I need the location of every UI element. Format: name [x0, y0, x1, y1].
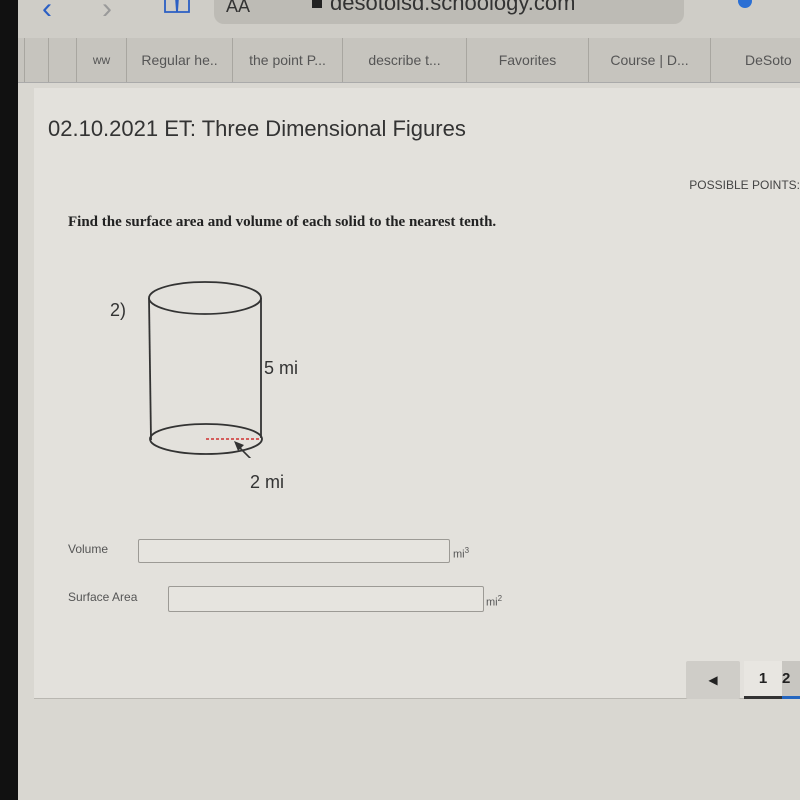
- triangle-left-icon: ◀: [708, 673, 718, 687]
- cylinder-top: [148, 281, 262, 315]
- assignment-page: 02.10.2021 ET: Three Dimensional Figures…: [34, 88, 800, 699]
- tab-bar: ww Regular he.. the point P... describe …: [18, 38, 800, 83]
- volume-input[interactable]: [138, 539, 450, 563]
- page-2-button[interactable]: 2: [782, 661, 800, 699]
- previous-page-button[interactable]: ◀: [686, 661, 740, 699]
- tab-the-point[interactable]: the point P...: [232, 38, 342, 82]
- chevron-right-icon[interactable]: ›: [102, 0, 112, 26]
- cylinder-left-edge: [148, 297, 152, 441]
- unit-exponent: 3: [464, 546, 470, 555]
- tab-desoto[interactable]: DeSoto: [710, 38, 800, 82]
- tab-favorites[interactable]: Favorites: [466, 38, 588, 82]
- lock-icon: [312, 0, 322, 8]
- unit-exponent: 2: [497, 594, 503, 603]
- tab[interactable]: [24, 38, 48, 82]
- tab-describe[interactable]: describe t...: [342, 38, 466, 82]
- chevron-left-icon[interactable]: ‹: [42, 0, 52, 26]
- surface-area-input[interactable]: [168, 586, 484, 612]
- surface-area-label: Surface Area: [68, 590, 138, 604]
- tab[interactable]: [48, 38, 76, 82]
- text-size-button[interactable]: AA: [226, 0, 250, 17]
- unit-text: mi: [453, 548, 465, 561]
- tab-course[interactable]: Course | D...: [588, 38, 710, 82]
- url-text[interactable]: desotoisd.schoology.com: [330, 0, 660, 16]
- book-icon[interactable]: [164, 0, 190, 14]
- possible-points-label: POSSIBLE POINTS:: [689, 178, 800, 192]
- browser-toolbar: ‹ › AA desotoisd.schoology.com: [18, 0, 800, 38]
- cylinder-figure: [148, 281, 263, 458]
- unit-text: mi: [486, 596, 498, 609]
- tab-ww[interactable]: ww: [76, 38, 126, 82]
- volume-label: Volume: [68, 542, 109, 556]
- volume-unit: mi3: [453, 546, 469, 561]
- problem-number: 2): [110, 300, 127, 320]
- device-bezel: [0, 0, 18, 800]
- page-title: 02.10.2021 ET: Three Dimensional Figures: [48, 116, 466, 141]
- radius-label: 2 mi: [250, 472, 285, 492]
- address-bar[interactable]: AA desotoisd.schoology.com: [214, 0, 684, 24]
- browser-window: ‹ › AA desotoisd.schoology.com ww Regula…: [18, 0, 800, 800]
- surface-area-unit: mi2: [486, 594, 502, 609]
- extension-icon[interactable]: [738, 0, 752, 8]
- height-label: 5 mi: [264, 358, 299, 378]
- instructions-text: Find the surface area and volume of each…: [68, 214, 497, 230]
- tab-regular-he[interactable]: Regular he..: [126, 38, 232, 82]
- page-1-button[interactable]: 1: [744, 661, 782, 699]
